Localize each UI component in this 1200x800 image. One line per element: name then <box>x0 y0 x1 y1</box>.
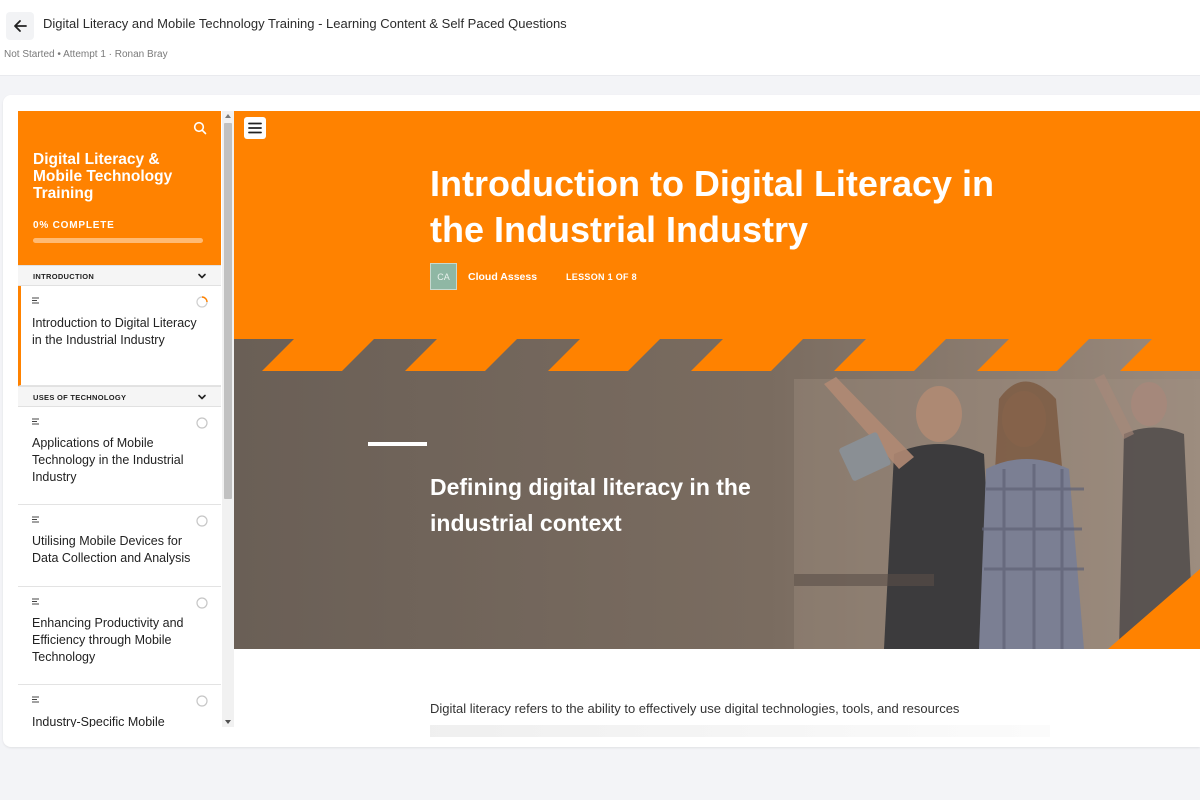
section-label: USES OF TECHNOLOGY <box>33 393 127 402</box>
scroll-down-arrow-icon[interactable] <box>225 720 231 724</box>
menu-button[interactable] <box>244 117 266 139</box>
document-icon <box>32 418 39 425</box>
search-icon[interactable] <box>193 121 207 135</box>
lesson-list: INTRODUCTION Introduction to Digital Lit… <box>18 265 221 727</box>
progress-label: 0% COMPLETE <box>33 220 115 231</box>
document-icon <box>32 297 39 304</box>
section-heading: Defining digital literacy in the industr… <box>430 474 751 536</box>
in-progress-icon <box>196 296 208 308</box>
author-initials: CA <box>437 271 450 282</box>
document-icon <box>32 696 39 703</box>
progress-bar <box>33 238 203 243</box>
corner-accent <box>1108 569 1200 649</box>
lesson-body-text: Digital literacy refers to the ability t… <box>430 701 960 716</box>
lesson-title: Utilising Mobile Devices for Data Collec… <box>32 534 191 565</box>
lesson-title: Enhancing Productivity and Efficiency th… <box>32 616 184 664</box>
status-circle-icon <box>196 515 208 527</box>
top-bar: Digital Literacy and Mobile Technology T… <box>0 0 1200 76</box>
status-circle-icon <box>196 695 208 707</box>
document-icon <box>32 516 39 523</box>
lesson-hero: Introduction to Digital Literacy in the … <box>234 111 1200 339</box>
lesson-title: Applications of Mobile Technology in the… <box>32 436 184 484</box>
lesson-item-applications[interactable]: Applications of Mobile Technology in the… <box>18 407 221 505</box>
lesson-content: Introduction to Digital Literacy in the … <box>234 111 1200 747</box>
scrollbar-thumb[interactable] <box>224 123 232 499</box>
hamburger-menu-icon <box>248 122 262 134</box>
status-circle-icon <box>196 417 208 429</box>
section-label: INTRODUCTION <box>33 272 95 281</box>
lesson-item-productivity[interactable]: Enhancing Productivity and Efficiency th… <box>18 587 221 685</box>
author-avatar: CA <box>430 263 457 290</box>
sidebar-header: Digital Literacy & Mobile Technology Tra… <box>18 111 221 265</box>
back-arrow-icon <box>14 20 27 32</box>
section-header-uses-of-technology[interactable]: USES OF TECHNOLOGY <box>18 386 221 407</box>
lesson-item-introduction[interactable]: Introduction to Digital Literacy in the … <box>18 286 221 386</box>
chevron-down-icon <box>198 394 206 400</box>
hero-image: Defining digital literacy in the industr… <box>234 339 1200 649</box>
hazard-stripes <box>262 339 1200 371</box>
chevron-down-icon <box>198 273 206 279</box>
lesson-title: Introduction to Digital Literacy in the … <box>32 316 197 347</box>
lesson-item-data-collection[interactable]: Utilising Mobile Devices for Data Collec… <box>18 505 221 587</box>
page-title: Digital Literacy and Mobile Technology T… <box>43 16 567 31</box>
attempt-status: Not Started • Attempt 1 · Ronan Bray <box>4 49 168 60</box>
author-name: Cloud Assess <box>468 271 538 283</box>
back-button[interactable] <box>6 12 34 40</box>
document-icon <box>32 598 39 605</box>
course-player: Digital Literacy & Mobile Technology Tra… <box>3 95 1200 747</box>
lesson-count: LESSON 1 OF 8 <box>566 272 637 282</box>
heading-divider <box>368 442 427 446</box>
scroll-up-arrow-icon[interactable] <box>225 114 231 118</box>
status-circle-icon <box>196 597 208 609</box>
sidebar-scrollbar[interactable] <box>222 111 234 727</box>
section-header-introduction[interactable]: INTRODUCTION <box>18 265 221 286</box>
body-text-overflow <box>430 725 1050 737</box>
lesson-title-heading: Introduction to Digital Literacy in the … <box>430 163 995 250</box>
lesson-item-industry-specific[interactable]: Industry-Specific Mobile <box>18 685 221 727</box>
course-title: Digital Literacy & Mobile Technology Tra… <box>33 151 173 202</box>
course-sidebar: Digital Literacy & Mobile Technology Tra… <box>18 111 237 727</box>
lesson-title: Industry-Specific Mobile <box>32 715 165 727</box>
